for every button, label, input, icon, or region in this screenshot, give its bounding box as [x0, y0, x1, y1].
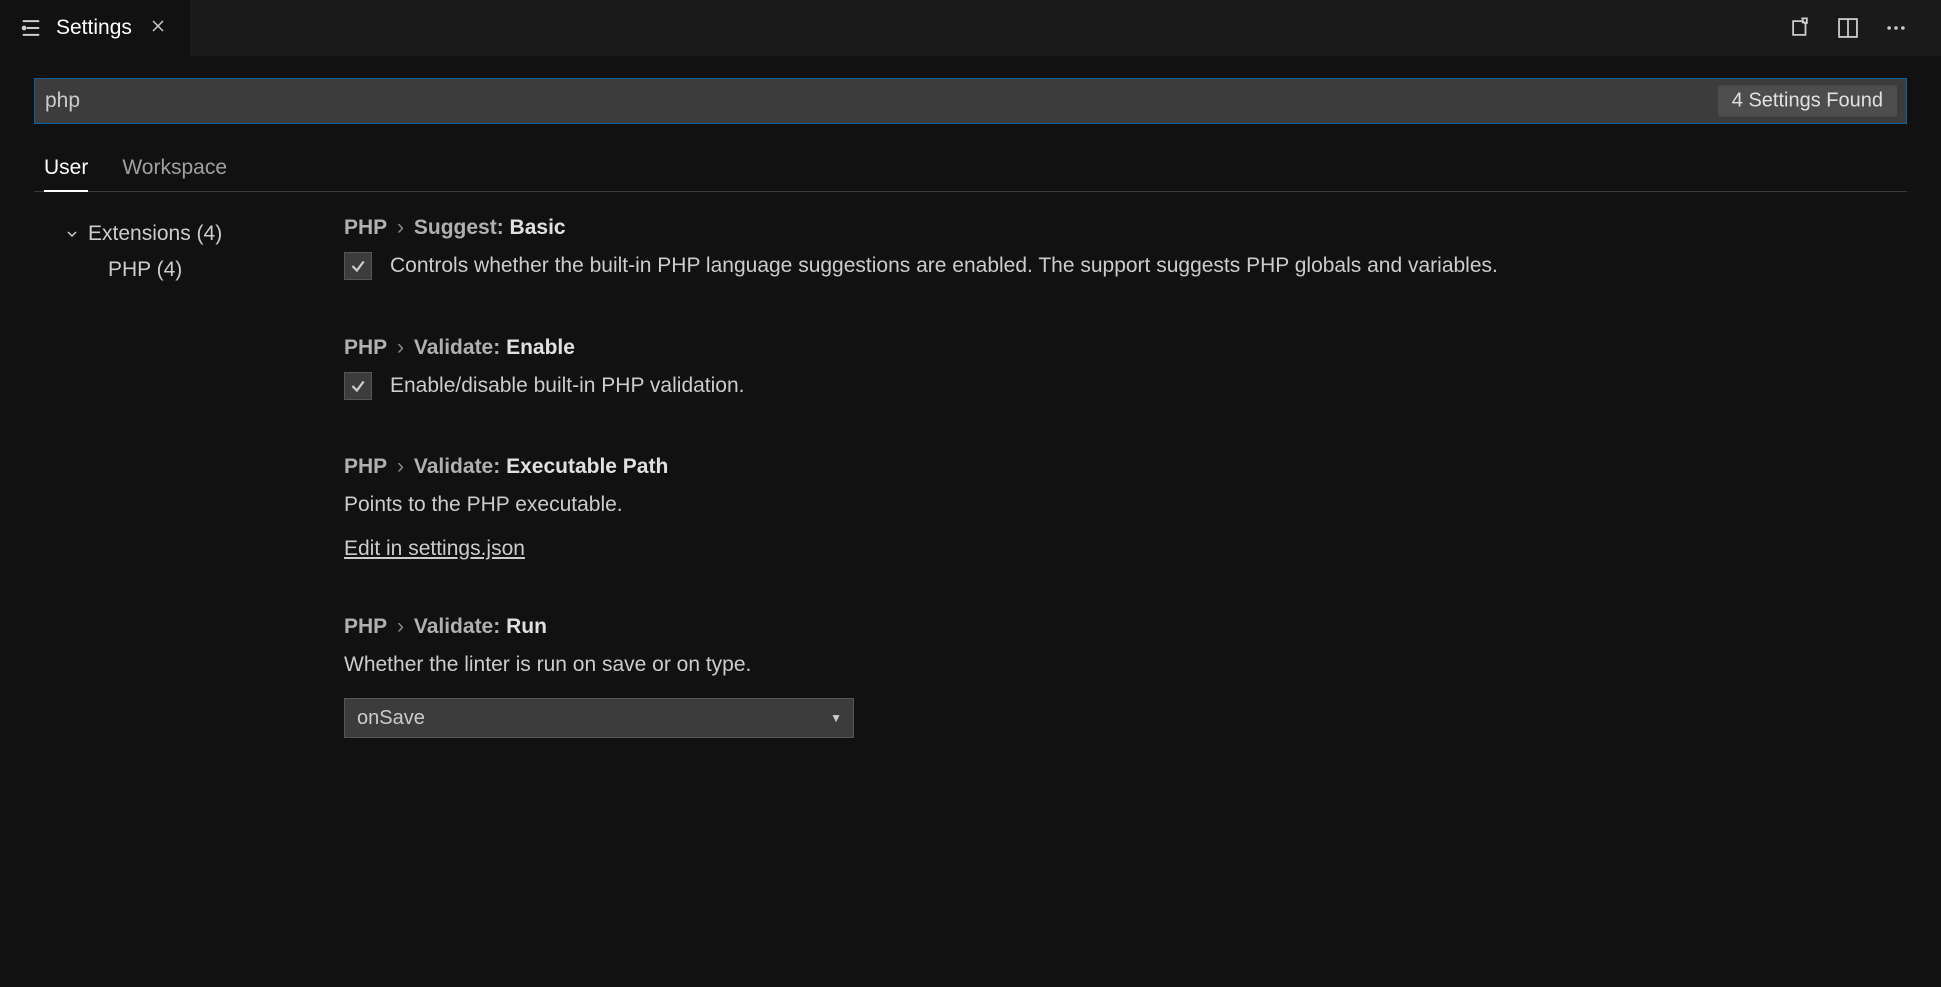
close-icon[interactable] [146, 18, 170, 39]
checkbox-php-suggest-basic[interactable] [344, 252, 372, 280]
tab-bar: Settings [0, 0, 1941, 56]
more-actions-icon[interactable] [1885, 17, 1907, 39]
tree-item-label: Extensions (4) [88, 222, 222, 246]
setting-title: PHP › Validate: Enable [344, 336, 1867, 360]
setting-title: PHP › Suggest: Basic [344, 216, 1867, 240]
setting-description: Whether the linter is run on save or on … [344, 649, 1867, 681]
setting-php-validate-enable: PHP › Validate: Enable Enable/disable bu… [344, 336, 1867, 402]
tab-user[interactable]: User [44, 156, 88, 192]
settings-search-input[interactable] [34, 78, 1907, 124]
setting-title: PHP › Validate: Executable Path [344, 455, 1867, 479]
setting-description: Controls whether the built-in PHP langua… [390, 250, 1498, 282]
settings-tree: Extensions (4) PHP (4) [34, 216, 334, 792]
split-editor-icon[interactable] [1837, 17, 1859, 39]
settings-search-wrap: 4 Settings Found [34, 78, 1907, 124]
setting-php-validate-executable-path: PHP › Validate: Executable Path Points t… [344, 455, 1867, 561]
tab-title: Settings [56, 16, 132, 40]
setting-title: PHP › Validate: Run [344, 615, 1867, 639]
tab-workspace[interactable]: Workspace [122, 156, 227, 192]
checkbox-php-validate-enable[interactable] [344, 372, 372, 400]
editor-actions [1789, 17, 1941, 39]
tree-item-label: PHP (4) [108, 258, 182, 282]
open-settings-json-icon[interactable] [1789, 17, 1811, 39]
settings-list-icon [20, 17, 42, 39]
tab-settings[interactable]: Settings [0, 0, 190, 56]
setting-description: Enable/disable built-in PHP validation. [390, 370, 745, 402]
edit-in-settings-json-link[interactable]: Edit in settings.json [344, 537, 525, 561]
tree-item-extensions[interactable]: Extensions (4) [64, 216, 334, 252]
select-php-validate-run[interactable] [344, 698, 854, 738]
setting-php-suggest-basic: PHP › Suggest: Basic Controls whether th… [344, 216, 1867, 282]
results-count-badge: 4 Settings Found [1718, 86, 1897, 117]
scope-tabs: User Workspace [34, 156, 1907, 192]
setting-description: Points to the PHP executable. [344, 489, 1867, 521]
tree-item-php[interactable]: PHP (4) [64, 252, 334, 288]
settings-list: PHP › Suggest: Basic Controls whether th… [334, 216, 1907, 792]
chevron-down-icon [64, 226, 80, 242]
setting-php-validate-run: PHP › Validate: Run Whether the linter i… [344, 615, 1867, 739]
